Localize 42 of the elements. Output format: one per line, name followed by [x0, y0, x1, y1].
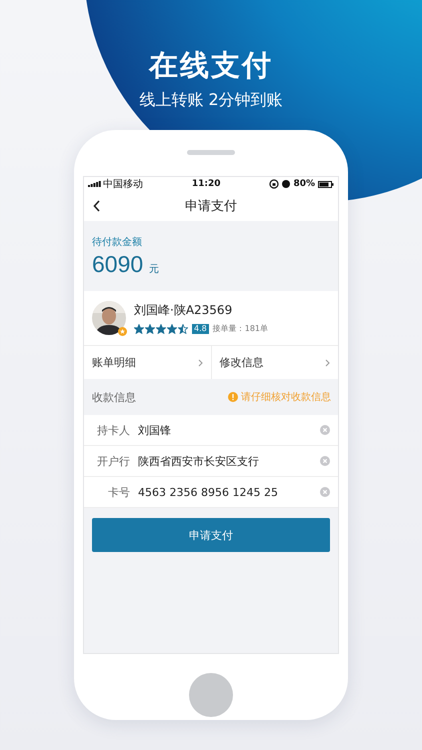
field-label: 开户行 — [96, 454, 130, 468]
star-icon — [156, 324, 166, 334]
menu-item[interactable]: 修改信息 — [210, 346, 338, 379]
clear-icon[interactable] — [320, 456, 330, 466]
status-time: 11:20 — [192, 179, 221, 189]
star-icon — [178, 324, 188, 334]
input-field[interactable]: 4563 2356 8956 1245 25 — [138, 486, 320, 498]
rating-badge: 4.8 — [192, 324, 209, 334]
amount-label: 待付款金额 — [92, 236, 143, 249]
badge-icon — [118, 327, 127, 336]
section-title: 收款信息 — [92, 390, 136, 404]
star-icon — [145, 324, 155, 334]
back-icon[interactable] — [93, 200, 101, 212]
carrier-name: 中国移动 — [103, 178, 143, 191]
driver-name: 刘国峰·陕A23569 — [134, 302, 234, 319]
headline: 在线支付 — [149, 47, 273, 84]
chevron-icon — [198, 358, 202, 366]
star-icon — [167, 324, 177, 334]
battery-percent: 80% — [293, 179, 315, 189]
clear-icon[interactable] — [320, 425, 330, 435]
warning-icon — [228, 392, 238, 402]
amount-unit: 元 — [149, 263, 160, 276]
speaker-icon — [187, 150, 235, 155]
clear-icon[interactable] — [320, 487, 330, 497]
battery-icon — [318, 180, 334, 188]
home-button[interactable] — [189, 673, 233, 717]
warning-text: 请仔细核对收款信息 — [241, 390, 331, 404]
order-count: 接单量：181单 — [212, 323, 268, 334]
field-label: 持卡人 — [96, 422, 130, 438]
signal-icon — [88, 181, 101, 187]
field-label: 卡号 — [107, 484, 130, 500]
submit-button[interactable]: 申请支付 — [92, 518, 330, 552]
star-icon — [134, 324, 144, 334]
alarm-icon — [282, 180, 290, 188]
rotation-lock-icon — [269, 179, 280, 189]
input-field[interactable]: 陕西省西安市长安区支行 — [138, 454, 320, 468]
amount-value: 6090 — [92, 251, 144, 278]
input-field[interactable]: 刘国锋 — [138, 422, 320, 438]
menu-item[interactable]: 账单明细 — [84, 346, 210, 379]
subheadline: 线上转账 2分钟到账 — [139, 90, 283, 110]
page-title: 申请支付 — [185, 198, 237, 215]
chevron-icon — [325, 358, 330, 366]
